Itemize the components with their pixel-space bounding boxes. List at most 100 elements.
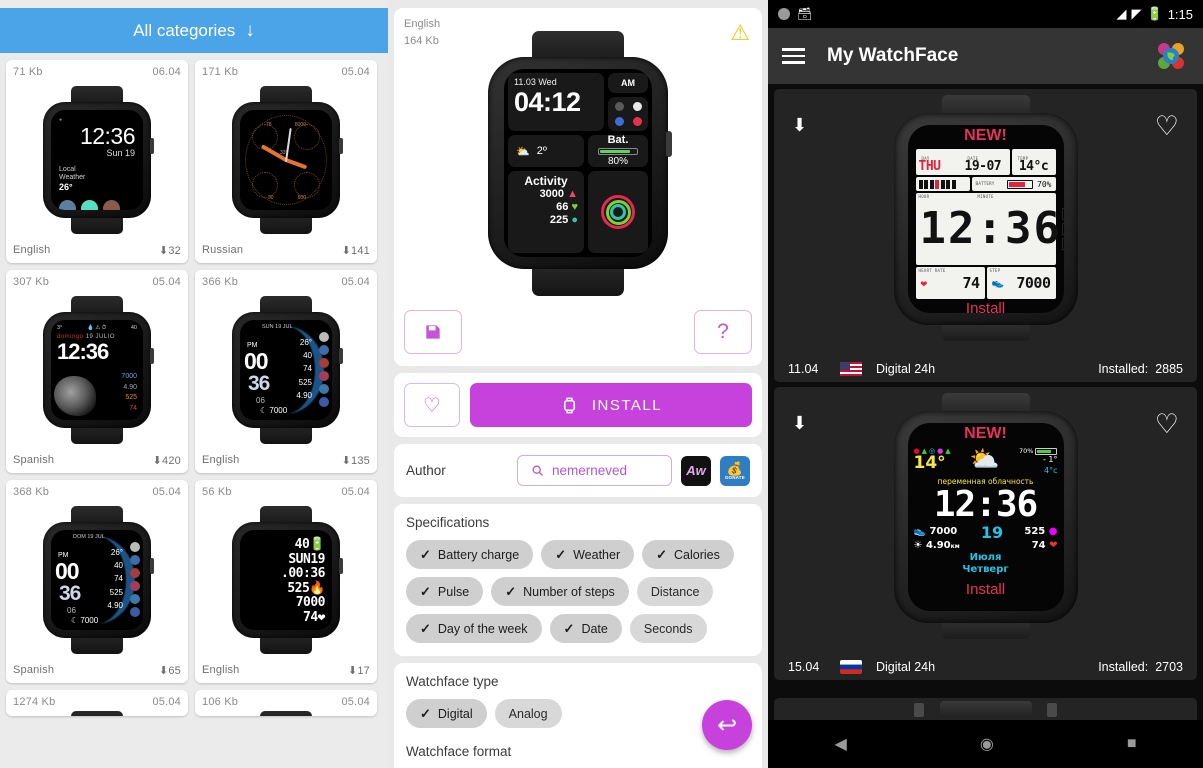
watchface-thumbnail: 40🔋 SUN19 .00:36 525🔥 7000 74❤ [202, 500, 370, 660]
save-button[interactable] [404, 310, 462, 354]
back-triangle-icon[interactable]: ◀ [835, 734, 847, 754]
hamburger-menu-icon[interactable] [782, 48, 805, 64]
heart-icon: ♡ [423, 394, 441, 417]
download-icon[interactable]: ⬇ [792, 115, 807, 136]
heart-outline-icon[interactable]: ♡ [1155, 111, 1179, 142]
donate-button[interactable]: 💰 DONATE [720, 455, 750, 486]
spec-chip[interactable]: Distance [636, 577, 714, 606]
card-size: 106 Kb [202, 696, 239, 708]
card-downloads: ⬇65 [158, 665, 181, 677]
signal-icon: ◤ [1131, 6, 1142, 21]
card-type: Digital 24h [876, 660, 936, 674]
new-badge: NEW! [964, 127, 1007, 144]
card-downloads: ⬇17 [347, 665, 370, 677]
card-installed: Installed: 2703 [1098, 660, 1183, 674]
type-chip-digital[interactable]: ✓ Digital [406, 699, 487, 728]
thumb-time: 12:36 [79, 123, 136, 149]
watchface-card[interactable]: 368 Kb 05.04 DOM 19 JUL PM 00 36 06 26° … [6, 480, 188, 683]
card-downloads: ⬇420 [152, 455, 181, 467]
card-downloads: ⬇135 [341, 455, 370, 467]
back-fab-button[interactable]: ↩ [702, 700, 752, 750]
app-screenshot: All categories ↓ 71 Kb 06.04 ● 12:36 Sun… [0, 0, 1203, 768]
card-language: English [13, 244, 51, 256]
card-type: Digital 24h [876, 362, 936, 376]
watchface-card[interactable]: 106 Kb 05.04 [195, 690, 377, 716]
heart-outline-icon[interactable]: ♡ [1155, 409, 1179, 440]
shoe-icon: 👟 [991, 277, 1004, 289]
watchface-card[interactable]: ⬇ ♡ NEW! DAY THU DATE 19-07 TEMP 14°c BA… [774, 89, 1197, 382]
bluetooth-icon: ⌖ [1061, 238, 1064, 250]
flag-us-icon [840, 362, 862, 376]
watchface-card[interactable]: 71 Kb 06.04 ● 12:36 Sun 19 Local Weather 2… [6, 60, 188, 263]
watchface-grid: 71 Kb 06.04 ● 12:36 Sun 19 Local Weather 2… [0, 53, 388, 716]
download-icon[interactable]: ⬇ [792, 413, 807, 434]
favorite-button[interactable]: ♡ [404, 383, 460, 427]
author-card: Author nemerneved Aw 💰 DONATE [394, 444, 762, 497]
help-button[interactable]: ? [694, 310, 752, 354]
donate-label: DONATE [725, 474, 745, 480]
spec-label: Weather [573, 547, 621, 562]
watchface-thumbnail: ● 12:36 Sun 19 Local Weather 26° [13, 80, 181, 240]
preview-time: 04:12 [514, 87, 581, 117]
card-date: 06.04 [152, 66, 181, 78]
install-button[interactable]: INSTALL [470, 383, 752, 427]
card-language: Spanish [13, 454, 55, 466]
spec-chip[interactable]: ✓ Day of the week [406, 614, 542, 643]
preview-battery-percent: 80% [607, 155, 628, 167]
watchface-card[interactable]: 1274 Kb 05.04 [6, 690, 188, 716]
card-size: 1274 Kb [13, 696, 56, 708]
app-bar: My WatchFace [768, 28, 1203, 84]
card-date: 05.04 [341, 66, 370, 78]
watchface-preview: NEW! ● ▲ ◎ ● ▲ 14° ⛅ 70% - 1° 4°c переме… [886, 393, 1086, 639]
type-chip-analog[interactable]: Analog [494, 699, 562, 728]
spec-chip[interactable]: Seconds [629, 614, 707, 643]
card-date: 15.04 [788, 660, 820, 674]
author-search-button[interactable]: nemerneved [517, 455, 672, 486]
home-circle-icon[interactable]: ◉ [980, 734, 994, 754]
watchface-card[interactable]: 366 Kb 05.04 SUN 19 JUL PM 00 36 06 26° … [195, 270, 377, 473]
card-size: 171 Kb [202, 66, 239, 78]
left-panel-catalog: All categories ↓ 71 Kb 06.04 ● 12:36 Sun… [0, 0, 388, 768]
install-badge: Install [965, 581, 1006, 599]
alarm-icon: ⏰ [1061, 223, 1064, 235]
status-time: 1:15 [1167, 6, 1193, 22]
spec-chip[interactable]: ✓ Pulse [406, 577, 484, 606]
question-mark-icon: ? [717, 320, 729, 343]
check-icon: ✓ [420, 546, 431, 562]
amazfit-watchfaces-button[interactable]: Aw [681, 455, 711, 486]
heart-filled-icon: ❤ [920, 276, 928, 290]
globe-flags-icon[interactable] [1153, 38, 1189, 74]
preview-ampm: AM [608, 73, 648, 93]
spec-chip[interactable]: ✓ Calories [642, 540, 734, 569]
watchface-card[interactable]: 307 Kb 05.04 3° 💧 ⚠ ⏱ 40 domingo 19 JULIO … [6, 270, 188, 473]
card-size: 368 Kb [13, 486, 50, 498]
watchface-card[interactable]: 56 Kb 05.04 40🔋 SUN19 .00:36 525🔥 7000 7… [195, 480, 377, 683]
battery-icon [1035, 447, 1058, 455]
flag-ru-icon [840, 660, 862, 674]
card-date: 05.04 [152, 276, 181, 288]
spec-chip[interactable]: ✓ Date [549, 614, 622, 643]
install-card: ♡ INSTALL [394, 373, 762, 437]
spec-label: Pulse [437, 584, 470, 599]
card-installed: Installed: 2885 [1098, 362, 1183, 376]
author-label: Author [406, 463, 446, 478]
all-categories-label: All categories [133, 20, 236, 40]
watchface-card-partial[interactable] [774, 698, 1197, 720]
all-categories-bar[interactable]: All categories ↓ [0, 8, 388, 53]
card-size: 56 Kb [202, 486, 232, 498]
type-label: Analog [508, 706, 548, 721]
warning-triangle-icon[interactable]: ⚠ [730, 20, 750, 46]
watchface-card[interactable]: 171 Kb 05.04 78 8000 30 600 33° Russian … [195, 60, 377, 263]
spec-chip[interactable]: ✓ Weather [541, 540, 635, 569]
watchface-format-title: Watchface format [406, 744, 512, 759]
save-disk-icon [426, 325, 440, 339]
recents-square-icon[interactable]: ■ [1127, 735, 1137, 753]
spec-label: Day of the week [437, 621, 528, 636]
spec-chip[interactable]: ✓ Number of steps [491, 577, 629, 606]
watchface-card[interactable]: ⬇ ♡ NEW! ● ▲ ◎ ● ▲ 14° ⛅ 70% - 1° 4°c пе… [774, 387, 1197, 680]
chevron-down-icon: ↓ [245, 20, 255, 41]
spec-chip[interactable]: ✓ Battery charge [406, 540, 534, 569]
spec-label: Battery charge [437, 547, 520, 562]
check-icon: ✓ [555, 546, 567, 562]
check-icon: ✓ [420, 583, 431, 599]
